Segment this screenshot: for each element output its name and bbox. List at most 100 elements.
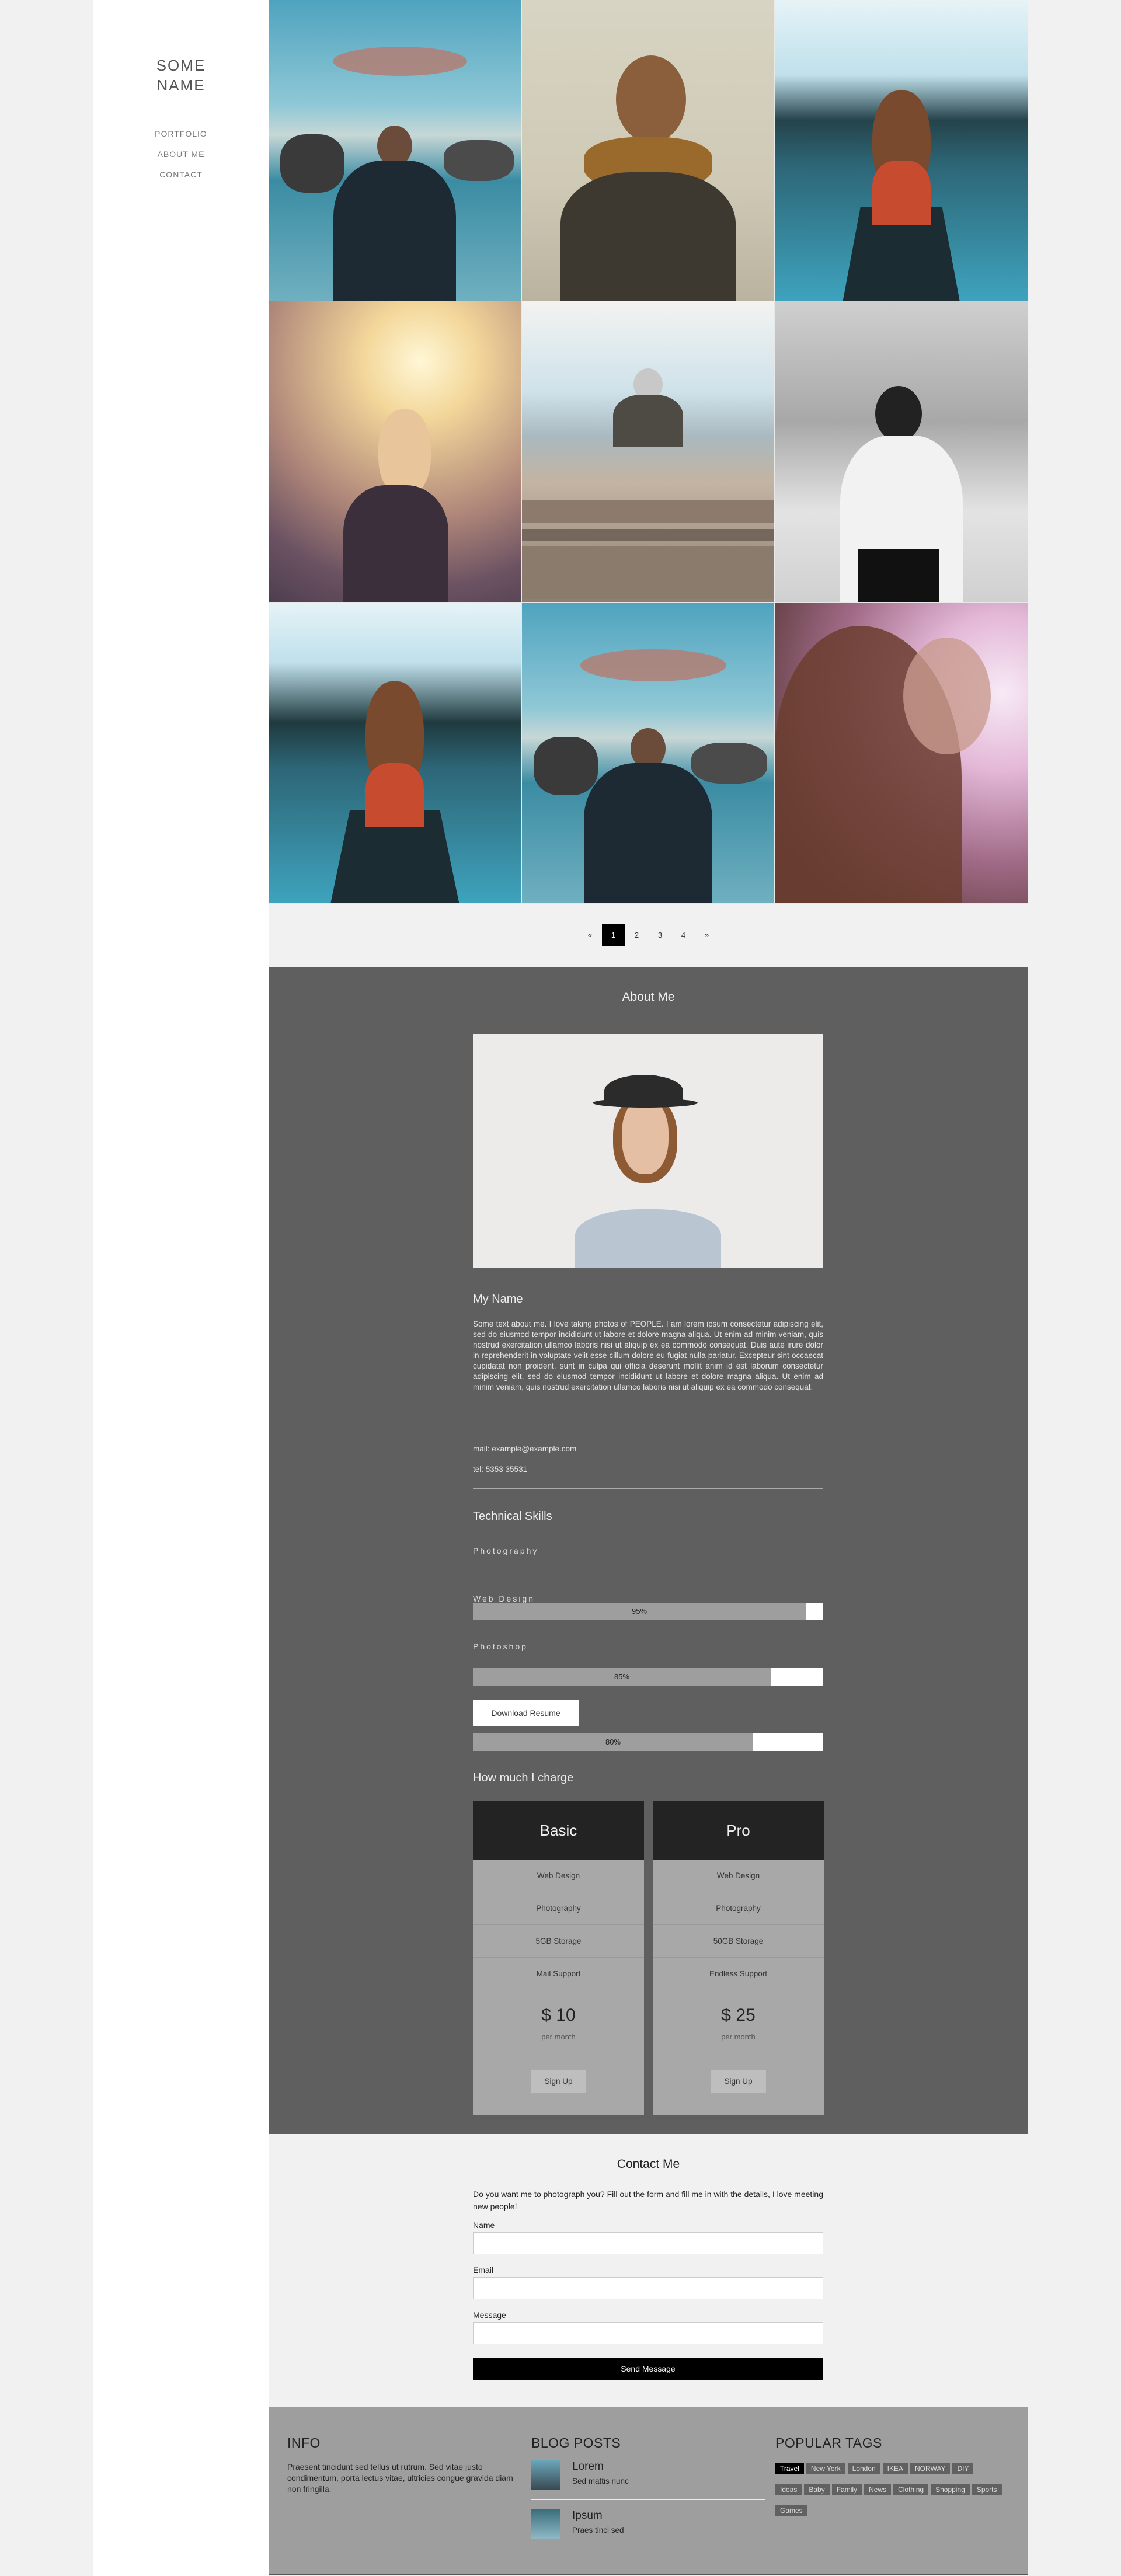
tag[interactable]: Sports <box>972 2484 1002 2495</box>
tag[interactable]: Family <box>831 2484 862 2495</box>
tags-title: POPULAR TAGS <box>775 2435 882 2450</box>
gallery-photo[interactable] <box>269 603 522 904</box>
email-label: Email <box>473 2265 494 2275</box>
plan-price-box: $ 10 per month <box>473 1990 644 2055</box>
gallery-photo[interactable] <box>521 301 775 603</box>
skill-bar-photoshop: 80% <box>473 1733 823 1751</box>
tag[interactable]: IKEA <box>882 2463 908 2474</box>
footer-blog: BLOG POSTS Lorem Sed mattis nunc Ipsum P… <box>531 2435 765 2539</box>
skill-label-photography: Photography <box>473 1546 539 1555</box>
name-input[interactable] <box>473 2232 823 2254</box>
sidebar: SOME NAME PORTFOLIO ABOUT ME CONTACT <box>93 0 269 2576</box>
pagination-next[interactable]: » <box>695 924 719 946</box>
tag[interactable]: Games <box>775 2505 807 2516</box>
tag[interactable]: Ideas <box>775 2484 802 2495</box>
sidebar-nav: PORTFOLIO ABOUT ME CONTACT <box>93 129 269 179</box>
gallery-photo[interactable] <box>521 0 775 301</box>
gallery-photo[interactable] <box>775 0 1028 301</box>
photo-gallery <box>269 0 1028 904</box>
gallery-photo[interactable] <box>775 301 1028 603</box>
about-bio: Some text about me. I love taking photos… <box>473 1320 823 1391</box>
plan-period: per month <box>541 2032 576 2041</box>
profile-photo <box>473 1034 823 1268</box>
post-subtitle: Praes tinci sed <box>572 2526 624 2535</box>
plan-feature: 50GB Storage <box>653 1925 824 1958</box>
divider <box>473 1488 823 1489</box>
pricing-title: How much I charge <box>473 1771 574 1784</box>
plan-name: Pro <box>653 1801 824 1860</box>
info-title: INFO <box>287 2435 321 2450</box>
plan-footer: Sign Up <box>473 2055 644 2093</box>
contact-intro: Do you want me to photograph you? Fill o… <box>473 2189 823 2211</box>
tag[interactable]: News <box>864 2484 892 2495</box>
plan-feature: Web Design <box>473 1860 644 1892</box>
tag[interactable]: New York <box>806 2463 845 2474</box>
blog-title: BLOG POSTS <box>531 2435 621 2450</box>
main-content: « 1 2 3 4 » About Me My Name Some text a… <box>269 0 1028 2575</box>
tag[interactable]: London <box>847 2463 880 2474</box>
post-title: Lorem <box>572 2460 604 2473</box>
plan-period: per month <box>721 2032 756 2041</box>
message-input[interactable] <box>473 2322 823 2344</box>
tag[interactable]: DIY <box>952 2463 974 2474</box>
blog-post[interactable]: Lorem Sed mattis nunc <box>531 2460 765 2490</box>
contact-title: Contact Me <box>617 2157 680 2171</box>
tag[interactable]: NORWAY <box>910 2463 951 2474</box>
plan-feature: 5GB Storage <box>473 1925 644 1958</box>
pagination: « 1 2 3 4 » <box>269 904 1028 967</box>
tag[interactable]: Clothing <box>893 2484 929 2495</box>
gallery-photo[interactable] <box>775 603 1028 904</box>
about-mail[interactable]: mail: example@example.com <box>473 1444 823 1453</box>
plan-name: Basic <box>473 1801 644 1860</box>
footer-info: INFO Praesent tincidunt sed tellus ut ru… <box>287 2435 521 2495</box>
post-title: Ipsum <box>572 2509 603 2522</box>
gallery-photo[interactable] <box>269 0 522 301</box>
plan-footer: Sign Up <box>653 2055 824 2093</box>
plan-price-box: $ 25 per month <box>653 1990 824 2055</box>
plan-feature: Endless Support <box>653 1958 824 1990</box>
nav-portfolio[interactable]: PORTFOLIO <box>93 129 269 138</box>
post-subtitle: Sed mattis nunc <box>572 2477 629 2486</box>
plan-feature: Photography <box>653 1892 824 1925</box>
tag[interactable]: Baby <box>804 2484 830 2495</box>
tag[interactable]: Shopping <box>931 2484 970 2495</box>
nav-about-me[interactable]: ABOUT ME <box>93 149 269 159</box>
plan-feature: Photography <box>473 1892 644 1925</box>
pagination-page-1[interactable]: 1 <box>601 924 625 946</box>
plan-feature: Mail Support <box>473 1958 644 1990</box>
sign-up-button[interactable]: Sign Up <box>531 2070 586 2093</box>
about-section: About Me My Name Some text about me. I l… <box>269 967 1028 2134</box>
skill-label-photoshop: Photoshop <box>473 1642 528 1651</box>
pagination-page-4[interactable]: 4 <box>672 924 695 946</box>
about-tel: tel: 5353 35531 <box>473 1465 528 1474</box>
gallery-photo[interactable] <box>269 301 522 603</box>
skill-bar-web-design: 85% <box>473 1668 823 1686</box>
sign-up-button[interactable]: Sign Up <box>711 2070 766 2093</box>
blog-post[interactable]: Ipsum Praes tinci sed <box>531 2509 765 2539</box>
brand-line-1: SOME <box>156 57 206 74</box>
skill-fill: 85% <box>473 1668 771 1686</box>
download-resume-button[interactable]: Download Resume <box>473 1700 579 1726</box>
brand-name[interactable]: SOME NAME <box>93 55 269 95</box>
pagination-prev[interactable]: « <box>579 924 602 946</box>
brand-line-2: NAME <box>156 76 206 94</box>
name-label: Name <box>473 2220 495 2230</box>
pagination-page-3[interactable]: 3 <box>649 924 672 946</box>
pagination-page-2[interactable]: 2 <box>625 924 649 946</box>
nav-contact[interactable]: CONTACT <box>93 170 269 179</box>
post-thumbnail <box>531 2509 560 2539</box>
send-message-button[interactable]: Send Message <box>473 2358 823 2380</box>
email-input[interactable] <box>473 2277 823 2299</box>
gallery-photo[interactable] <box>521 603 775 904</box>
plan-price: $ 10 <box>541 2006 576 2025</box>
skill-label-web-design: Web Design <box>473 1594 535 1603</box>
skill-fill: 95% <box>473 1603 806 1620</box>
contact-section: Contact Me Do you want me to photograph … <box>269 2134 1028 2407</box>
tag-list: Travel New York London IKEA NORWAY DIY Ideas B… <box>775 2463 1021 2526</box>
pricing-plan-basic: Basic Web Design Photography 5GB Storage… <box>473 1801 644 2115</box>
plan-feature: Web Design <box>653 1860 824 1892</box>
message-label: Message <box>473 2310 506 2320</box>
post-thumbnail <box>531 2460 560 2490</box>
tag[interactable]: Travel <box>775 2463 804 2474</box>
skills-title: Technical Skills <box>473 1510 552 1523</box>
